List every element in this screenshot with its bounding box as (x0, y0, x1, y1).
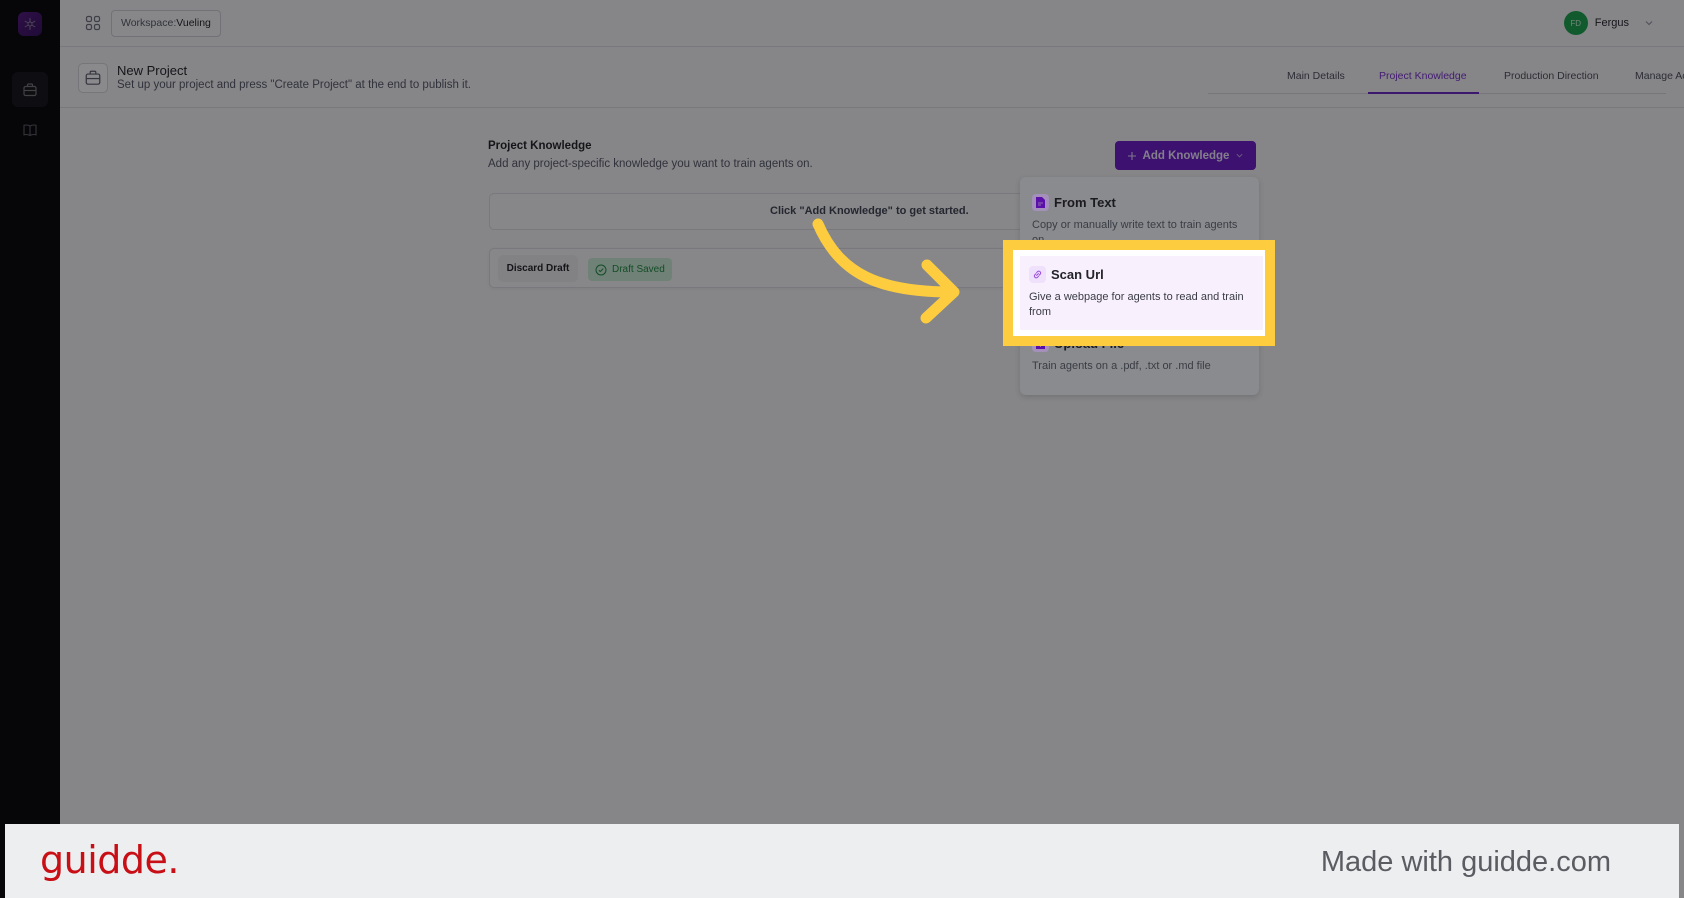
tab-project-knowledge[interactable]: Project Knowledge (1379, 70, 1467, 82)
apps-grid-icon[interactable] (85, 15, 101, 31)
made-with-text: Made with guidde.com (1320, 846, 1611, 878)
book-icon (23, 123, 37, 136)
top-bar: Workspace:Vueling FD Fergus (60, 0, 1684, 47)
chevron-down-icon (1645, 21, 1653, 26)
active-tab-indicator (1368, 92, 1479, 94)
briefcase-icon (23, 82, 37, 96)
draft-status-text: Draft Saved (612, 264, 665, 275)
menu-item-title: Scan Url (1051, 267, 1104, 283)
link-icon (1029, 266, 1046, 284)
project-icon-box (78, 63, 108, 93)
app-window: Workspace:Vueling FD Fergus New Project … (0, 0, 1684, 898)
briefcase-icon (85, 70, 101, 85)
sidebar-item-library[interactable] (12, 112, 48, 147)
highlight-callout: Scan Url Give a webpage for agents to re… (1003, 240, 1275, 346)
tab-bar: Main Details Project Knowledge Productio… (1208, 48, 1684, 94)
add-knowledge-button[interactable]: Add Knowledge (1115, 141, 1256, 170)
tab-manage-access[interactable]: Manage Access (1635, 70, 1684, 82)
workspace-label: Workspace: (121, 17, 177, 29)
section-subtitle: Add any project-specific knowledge you w… (488, 158, 813, 170)
section-title: Project Knowledge (488, 140, 592, 152)
add-knowledge-label: Add Knowledge (1142, 149, 1230, 162)
user-name: Fergus (1594, 17, 1629, 29)
empty-state-text: Click "Add Knowledge" to get started. (770, 205, 969, 217)
guidde-logo: guidde. (40, 838, 179, 882)
menu-item-scan-url[interactable]: Scan Url Give a webpage for agents to re… (1029, 266, 1255, 320)
page-header: New Project Set up your project and pres… (60, 48, 1684, 108)
discard-draft-button[interactable]: Discard Draft (498, 255, 578, 282)
menu-item-title: From Text (1054, 195, 1116, 211)
workspace-name: Vueling (176, 17, 211, 29)
tab-production-direction[interactable]: Production Direction (1504, 70, 1599, 82)
app-logo[interactable] (18, 12, 42, 36)
workspace-selector[interactable]: Workspace:Vueling (111, 10, 221, 37)
tab-main-details[interactable]: Main Details (1287, 70, 1345, 82)
check-circle-icon (595, 264, 607, 275)
draft-saved-badge: Draft Saved (588, 258, 672, 281)
chevron-down-icon (1236, 153, 1243, 158)
guidde-footer: guidde. Made with guidde.com (5, 824, 1679, 898)
avatar: FD (1563, 11, 1588, 35)
page-title: New Project (117, 63, 188, 78)
user-menu[interactable]: FD Fergus (1563, 11, 1654, 35)
network-logo-icon (24, 18, 36, 30)
document-icon (1032, 194, 1049, 212)
plus-icon (1127, 151, 1136, 160)
sidebar (0, 0, 60, 898)
sidebar-item-projects[interactable] (12, 72, 48, 107)
menu-item-description: Train agents on a .pdf, .txt or .md file (1032, 360, 1211, 372)
page-subtitle: Set up your project and press "Create Pr… (117, 79, 472, 91)
menu-item-description: Give a webpage for agents to read and tr… (1029, 291, 1244, 318)
